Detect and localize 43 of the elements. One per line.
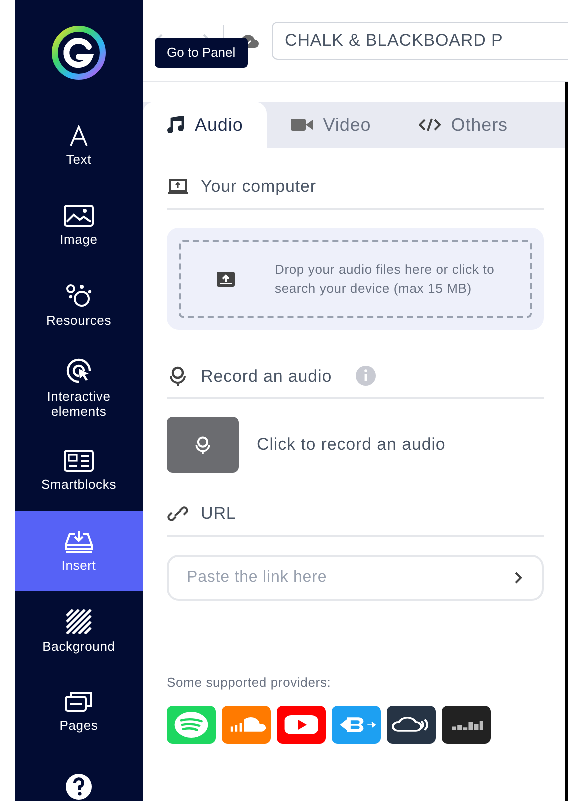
image-icon	[64, 205, 94, 227]
sidebar-item[interactable]: Interactive elements	[15, 346, 143, 431]
record-label[interactable]: Click to record an audio	[257, 432, 446, 458]
hatch-icon	[65, 608, 93, 634]
sidebar-item[interactable]: Pages	[15, 671, 143, 751]
card-icon	[64, 450, 94, 472]
microphone-icon	[193, 434, 213, 456]
section-heading: Your computer	[201, 176, 316, 198]
logo[interactable]	[51, 25, 107, 81]
provider-logo[interactable]	[442, 706, 491, 744]
help-icon[interactable]	[65, 773, 93, 801]
record-button[interactable]	[167, 417, 239, 473]
chevron-right-icon[interactable]	[514, 570, 524, 584]
sidebar-item[interactable]: Resources	[15, 266, 143, 346]
stack-icon	[64, 689, 94, 713]
url-field[interactable]: Paste the link here	[167, 554, 544, 600]
dropzone-text: Drop your audio files here or click to search your device (max 15 MB)	[275, 260, 496, 298]
tooltip: Go to Panel	[155, 38, 248, 68]
microphone-icon	[167, 365, 189, 388]
section-heading: URL	[201, 503, 236, 525]
tab[interactable]: Audio	[143, 102, 268, 148]
sidebar-item[interactable]: Image	[15, 186, 143, 266]
tab[interactable]: Others	[395, 102, 532, 148]
sidebar-item[interactable]: Insert	[15, 511, 143, 591]
code-icon	[419, 118, 442, 132]
sidebar-item[interactable]: Text	[15, 106, 143, 186]
music-note-icon	[167, 116, 185, 134]
sidebar-item[interactable]: Background	[15, 591, 143, 671]
video-camera-icon	[291, 118, 314, 132]
tab[interactable]: Video	[267, 102, 396, 148]
link-icon	[167, 504, 189, 523]
providers-label: Some supported providers:	[167, 674, 332, 692]
circles-icon	[65, 284, 93, 308]
tray-arrow-icon	[64, 529, 94, 553]
section-heading: Record an audio	[201, 366, 332, 388]
dropzone[interactable]: Drop your audio files here or click to search your device (max 15 MB)	[179, 240, 532, 318]
title-field[interactable]: CHALK & BLACKBOARD P	[272, 22, 568, 60]
cursor-ripple-icon	[65, 358, 93, 384]
letter-a-icon	[68, 125, 90, 147]
provider-logo[interactable]	[387, 706, 436, 744]
laptop-icon	[167, 178, 189, 196]
upload-icon	[217, 270, 235, 288]
sidebar-item[interactable]: Smartblocks	[15, 431, 143, 511]
